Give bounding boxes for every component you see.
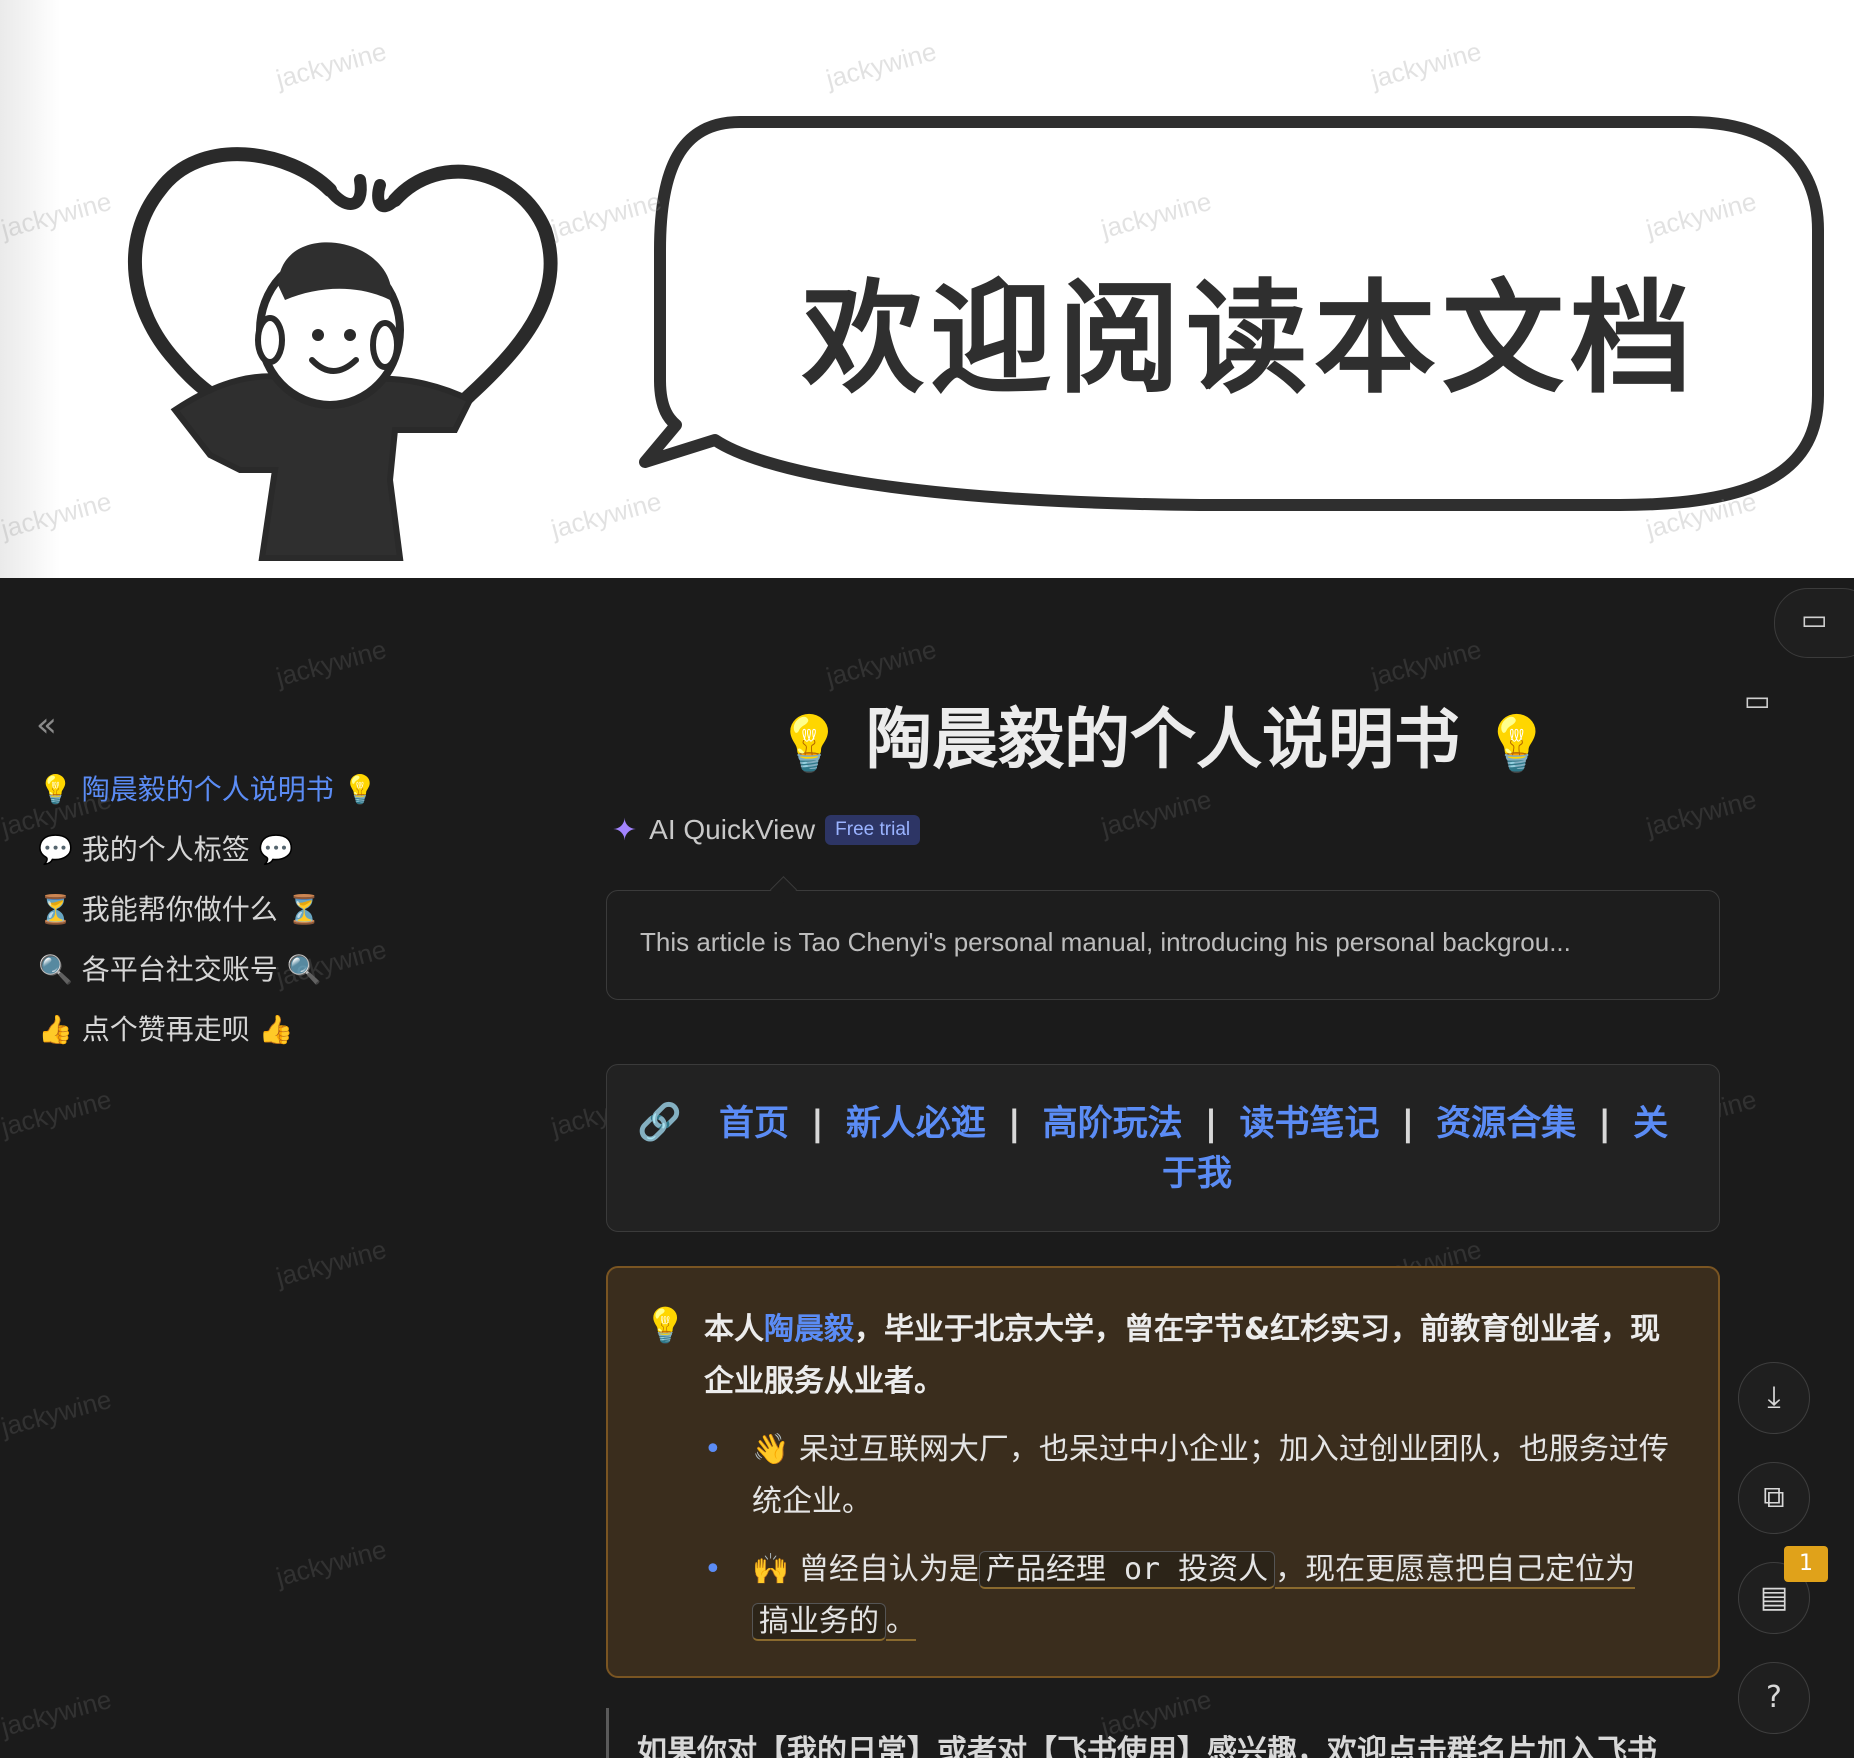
nav-link-about-cont[interactable]: 于我 (1162, 1154, 1232, 1194)
thumbs-up-icon: 👍 (258, 1013, 294, 1046)
nav-separator: | (1204, 1104, 1218, 1144)
toc-item-help[interactable]: ⏳ 我能帮你做什么 ⏳ (38, 880, 458, 940)
table-of-contents: 💡 陶晨毅的个人说明书 💡 💬 我的个人标签 💬 ⏳ 我能帮你做什么 ⏳ 🔍 各… (38, 760, 458, 1060)
speech-bubble-icon: 💬 (38, 833, 73, 866)
nav-links-box: 🔗 首页 | 新人必逛 | 高阶玩法 | 读书笔记 | 资源合集 | 关 于我 (606, 1064, 1720, 1232)
bullet-dot: • (704, 1552, 722, 1587)
watermark: jackywine (0, 1683, 115, 1743)
nav-link-advanced[interactable]: 高阶玩法 (1043, 1104, 1183, 1144)
nav-separator: | (1401, 1104, 1415, 1144)
lightbulb-icon: 💡 (38, 773, 73, 806)
inline-code: 产品经理 or 投资人 (978, 1551, 1276, 1589)
toc-item-label: 各平台社交账号 (81, 953, 278, 986)
toc-item-tags[interactable]: 💬 我的个人标签 💬 (38, 820, 458, 880)
watermark: jackywine (1642, 783, 1760, 843)
toc-item-label: 点个赞再走呗 (81, 1013, 250, 1046)
callout-heading: 本人陶晨毅，毕业于北京大学，曾在字节&红杉实习，前教育创业者，现企业服务从业者。 (704, 1304, 1684, 1408)
watermark: jackywine (0, 1083, 115, 1143)
watermark: jackywine (822, 633, 940, 693)
nav-separator: | (811, 1104, 824, 1144)
list-item-text: 👋 呆过互联网大厂，也呆过中小企业；加入过创业团队，也服务过传统企业。 (752, 1432, 1669, 1519)
toc-item-label: 我能帮你做什么 (81, 893, 278, 926)
toc-item-like[interactable]: 👍 点个赞再走呗 👍 (38, 1000, 458, 1060)
nav-link-resources[interactable]: 资源合集 (1436, 1104, 1576, 1144)
quote-block: 如果你对【我的日常】或者对【飞书使用】感兴趣，欢迎点击群名片加入飞书 (606, 1708, 1723, 1758)
comment-icon: ▭ (1801, 603, 1828, 636)
nav-links-row-wrap: 于我 (1162, 1145, 1232, 1196)
nav-link-newcomer[interactable]: 新人必逛 (846, 1104, 986, 1144)
quote-text: 如果你对【我的日常】或者对【飞书使用】感兴趣，欢迎点击群名片加入飞书 (637, 1734, 1657, 1758)
list-item-text: 🙌 曾经自认为是 产品经理 or 投资人 ，现在更愿意把自己定位为搞业务的。 (752, 1544, 1672, 1648)
nav-separator: | (1598, 1104, 1612, 1144)
page-title: 💡 陶晨毅的个人说明书 💡 (606, 686, 1720, 782)
free-trial-badge: Free trial (825, 815, 921, 845)
notification-badge: 1 (1784, 1546, 1828, 1582)
download-button[interactable]: ⤓ (1738, 1362, 1810, 1434)
ai-quickview-label: AI QuickView (649, 814, 816, 845)
list-item-pre: 🙌 曾经自认为是 (752, 1552, 979, 1587)
toc-item-manual[interactable]: 💡 陶晨毅的个人说明书 💡 (38, 760, 458, 820)
watermark: jackywine (272, 1533, 390, 1593)
magnifier-icon: 🔍 (286, 953, 322, 986)
comments-button[interactable]: ▭ (1774, 588, 1854, 658)
bubble-text: 欢迎阅读本文档 (802, 268, 1698, 410)
watermark: jackywine (0, 1383, 115, 1443)
inline-code: 搞业务的 (752, 1603, 886, 1641)
link-icon: 🔗 (637, 1102, 682, 1143)
banner: 欢迎阅读本文档 jackywine jackywine jackywine ja… (0, 0, 1854, 578)
nav-link-home[interactable]: 首页 (719, 1104, 789, 1144)
ai-quickview[interactable]: ✦ AI QuickView Free trial (612, 810, 921, 850)
list-item-mid: ，现在更愿意把自己定位为 (1275, 1552, 1636, 1589)
watermark: jackywine (1367, 633, 1485, 693)
watermark: jackywine (1097, 783, 1215, 843)
copy-button[interactable]: ⧉ (1738, 1462, 1810, 1534)
collapse-sidebar-button[interactable]: « (36, 708, 70, 742)
document-icon: ▤ (1759, 1580, 1789, 1615)
lightbulb-icon: 💡 (342, 773, 378, 806)
nav-separator: | (1007, 1104, 1021, 1144)
add-comment-button[interactable]: ▭ (1744, 684, 1780, 720)
speech-bubble-icon: 💬 (258, 833, 294, 866)
list-item-end: 。 (886, 1604, 916, 1641)
document-viewer: jackywine jackywine jackywine jackywine … (0, 578, 1854, 1758)
download-icon: ⤓ (1767, 1380, 1781, 1415)
ai-summary-box[interactable]: This article is Tao Chenyi's personal ma… (606, 890, 1720, 1000)
watermark: jackywine (272, 1233, 390, 1293)
bullet-dot: • (704, 1432, 722, 1467)
page-title-text: 陶晨毅的个人说明书 (866, 701, 1460, 778)
copy-icon: ⧉ (1763, 1480, 1785, 1515)
nav-link-about[interactable]: 关 (1633, 1104, 1668, 1144)
lightbulb-icon: 💡 (644, 1306, 687, 1346)
hourglass-icon: ⏳ (38, 893, 73, 926)
nav-links-row: 首页 | 新人必逛 | 高阶玩法 | 读书笔记 | 资源合集 | 关 (719, 1095, 1668, 1146)
lightbulb-icon: 💡 (1482, 712, 1551, 775)
toc-item-label: 我的个人标签 (81, 833, 250, 866)
author-mention[interactable]: 陶晨毅 (764, 1312, 854, 1347)
double-chevron-left-icon: « (36, 705, 57, 745)
toc-item-label: 陶晨毅的个人说明书 (81, 773, 334, 806)
intro-callout: 💡 本人陶晨毅，毕业于北京大学，曾在字节&红杉实习，前教育创业者，现企业服务从业… (606, 1266, 1720, 1678)
comment-icon: ▭ (1744, 684, 1771, 717)
thumbs-up-icon: 👍 (38, 1013, 73, 1046)
nav-link-reading-notes[interactable]: 读书笔记 (1239, 1104, 1379, 1144)
ai-summary-text: This article is Tao Chenyi's personal ma… (640, 927, 1571, 957)
hourglass-icon: ⏳ (286, 893, 322, 926)
watermark: jackywine (272, 633, 390, 693)
toc-item-social[interactable]: 🔍 各平台社交账号 🔍 (38, 940, 458, 1000)
lightbulb-icon: 💡 (775, 712, 844, 775)
magnifier-icon: 🔍 (38, 953, 73, 986)
help-button[interactable]: ? (1738, 1662, 1810, 1734)
sparkle-icon: ✦ (612, 812, 638, 848)
question-icon: ? (1766, 1680, 1782, 1715)
callout-prefix: 本人 (704, 1312, 764, 1347)
